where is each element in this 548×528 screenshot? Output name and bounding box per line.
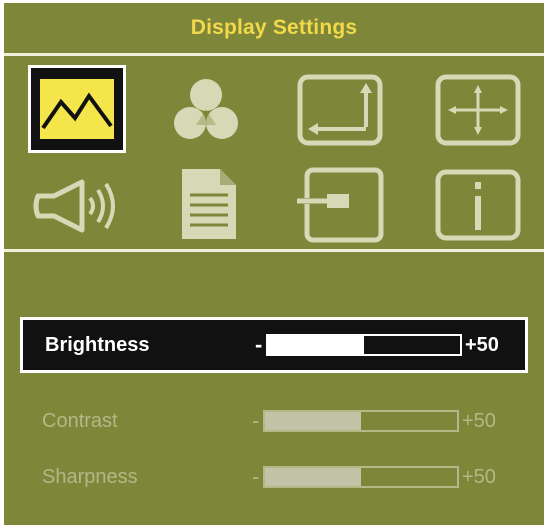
document-icon[interactable]: [174, 163, 244, 245]
slider-fill: [265, 412, 361, 430]
minus-indicator: -: [252, 464, 260, 489]
slider-fill: [268, 336, 364, 354]
setting-value: +50: [462, 409, 496, 432]
icons-divider: [4, 249, 544, 252]
color-icon[interactable]: [164, 71, 248, 151]
sharpness-slider[interactable]: [263, 466, 459, 488]
input-source-icon[interactable]: [292, 165, 388, 245]
setting-row-sharpness[interactable]: Sharpness - +50: [20, 449, 528, 505]
geometry-icon[interactable]: [294, 71, 386, 149]
information-icon[interactable]: [432, 165, 524, 245]
audio-icon[interactable]: [28, 169, 126, 243]
osd-title: Display Settings: [190, 16, 358, 39]
slider-fill: [265, 468, 361, 486]
setting-label: Brightness: [45, 333, 150, 356]
setting-value: +50: [462, 465, 496, 488]
picture-icon[interactable]: [28, 65, 126, 153]
brightness-slider[interactable]: [266, 334, 462, 356]
contrast-slider[interactable]: [263, 410, 459, 432]
setting-label: Sharpness: [42, 465, 138, 488]
position-icon[interactable]: [432, 71, 524, 149]
minus-indicator: -: [252, 408, 260, 433]
minus-indicator: -: [255, 332, 263, 357]
title-divider: [4, 53, 544, 56]
setting-row-brightness[interactable]: Brightness - +50: [20, 317, 528, 373]
setting-value: +50: [465, 333, 499, 356]
setting-label: Contrast: [42, 409, 118, 432]
osd-panel: Display Settings Brightness - +50 Contra…: [4, 3, 544, 525]
setting-row-contrast[interactable]: Contrast - +50: [20, 393, 528, 449]
